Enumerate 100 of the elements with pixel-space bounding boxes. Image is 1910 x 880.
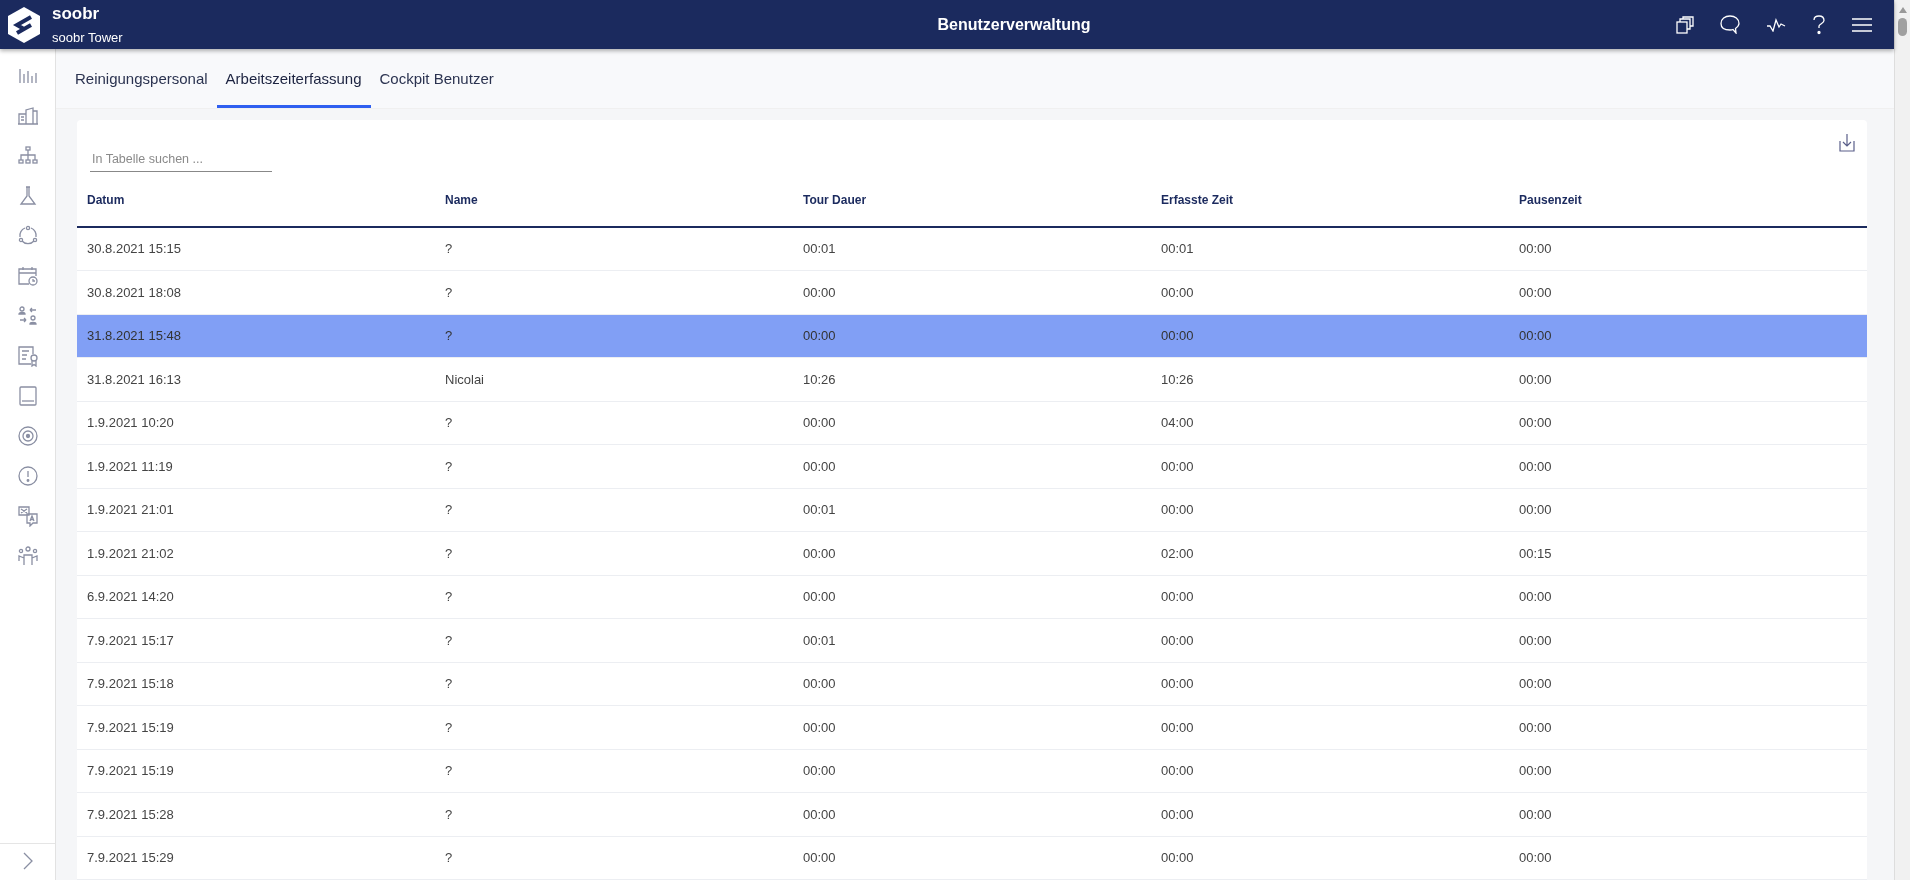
table-cell: ? bbox=[435, 836, 793, 880]
logo-icon bbox=[6, 5, 42, 44]
copy-icon[interactable] bbox=[1676, 15, 1694, 34]
table-cell: 00:00 bbox=[1509, 488, 1867, 532]
table-cell: 1.9.2021 21:02 bbox=[77, 532, 435, 576]
column-header[interactable]: Erfasste Zeit bbox=[1151, 173, 1509, 228]
column-header[interactable]: Name bbox=[435, 173, 793, 228]
table-cell: 00:00 bbox=[793, 445, 1151, 489]
table-cell: 00:00 bbox=[793, 401, 1151, 445]
table-cell: Nicolai bbox=[435, 358, 793, 402]
table-cell: 00:00 bbox=[793, 662, 1151, 706]
cycle-icon[interactable] bbox=[16, 225, 39, 247]
calendar-clock-icon[interactable] bbox=[16, 265, 39, 287]
table-cell: 02:00 bbox=[1151, 532, 1509, 576]
pulse-icon[interactable] bbox=[1766, 17, 1786, 32]
table-cell: ? bbox=[435, 662, 793, 706]
alert-icon[interactable] bbox=[16, 465, 39, 487]
table-cell: 00:00 bbox=[1151, 488, 1509, 532]
table-cell: 7.9.2021 15:28 bbox=[77, 793, 435, 837]
table-cell: 00:01 bbox=[1151, 227, 1509, 271]
expand-chevron-icon[interactable] bbox=[22, 852, 33, 870]
tab[interactable]: Reinigungspersonal bbox=[66, 49, 217, 108]
column-header[interactable]: Datum bbox=[77, 173, 435, 228]
page-title: Benutzerverwaltung bbox=[936, 15, 1092, 34]
org-chart-icon[interactable] bbox=[16, 145, 39, 167]
table-cell: 7.9.2021 15:18 bbox=[77, 662, 435, 706]
table-cell: 00:00 bbox=[1151, 619, 1509, 663]
table-cell: 30.8.2021 15:15 bbox=[77, 227, 435, 271]
download-icon[interactable] bbox=[1839, 134, 1855, 152]
table-cell: ? bbox=[435, 619, 793, 663]
column-header[interactable]: Pausenzeit bbox=[1509, 173, 1867, 228]
table-cell: 00:00 bbox=[793, 793, 1151, 837]
table-cell: 00:00 bbox=[1509, 314, 1867, 358]
brand-name: soobr bbox=[52, 4, 101, 24]
table-cell: 00:00 bbox=[1509, 749, 1867, 793]
table-cell: 00:00 bbox=[1151, 575, 1509, 619]
table-cell: ? bbox=[435, 445, 793, 489]
table-cell: 7.9.2021 15:19 bbox=[77, 706, 435, 750]
table-cell: 00:00 bbox=[793, 706, 1151, 750]
table-cell: 00:00 bbox=[1151, 445, 1509, 489]
table-cell: 00:00 bbox=[793, 836, 1151, 880]
table-cell: 00:00 bbox=[793, 575, 1151, 619]
table-cell: 00:00 bbox=[1509, 358, 1867, 402]
table-cell: 00:01 bbox=[793, 488, 1151, 532]
table-cell: 00:00 bbox=[1509, 401, 1867, 445]
table-cell: 31.8.2021 16:13 bbox=[77, 358, 435, 402]
table-cell: 00:01 bbox=[793, 227, 1151, 271]
table-cell: 00:00 bbox=[793, 314, 1151, 358]
table-cell: 00:00 bbox=[1151, 836, 1509, 880]
table-cell: 00:00 bbox=[1509, 271, 1867, 315]
table-cell: 00:00 bbox=[1151, 749, 1509, 793]
table-search-field[interactable]: In Tabelle suchen ... bbox=[90, 150, 272, 172]
table-cell: ? bbox=[435, 271, 793, 315]
table-cell: 00:00 bbox=[1509, 575, 1867, 619]
column-header[interactable]: Tour Dauer bbox=[793, 173, 1151, 228]
table-cell: 00:00 bbox=[1509, 227, 1867, 271]
table-cell: 00:15 bbox=[1509, 532, 1867, 576]
menu-icon[interactable] bbox=[1852, 17, 1872, 32]
scroll-up-arrow-icon[interactable] bbox=[1897, 6, 1908, 14]
table-cell: 1.9.2021 10:20 bbox=[77, 401, 435, 445]
table-cell: 00:00 bbox=[1509, 619, 1867, 663]
buildings-icon[interactable] bbox=[16, 105, 39, 127]
table-cell: ? bbox=[435, 488, 793, 532]
table-cell: 31.8.2021 15:48 bbox=[77, 314, 435, 358]
table-cell: ? bbox=[435, 227, 793, 271]
team-icon[interactable] bbox=[16, 545, 39, 567]
table-cell: 7.9.2021 15:19 bbox=[77, 749, 435, 793]
table-cell: 00:01 bbox=[793, 619, 1151, 663]
help-icon[interactable] bbox=[1812, 14, 1826, 35]
tablet-icon[interactable] bbox=[16, 385, 39, 407]
translate-icon[interactable] bbox=[16, 505, 39, 527]
chat-icon[interactable] bbox=[1720, 15, 1740, 34]
table-cell: 00:00 bbox=[1151, 271, 1509, 315]
table-cell: 00:00 bbox=[1151, 314, 1509, 358]
table-cell: 00:00 bbox=[1509, 793, 1867, 837]
site-name: soobr Tower bbox=[52, 30, 124, 45]
table-cell: 10:26 bbox=[1151, 358, 1509, 402]
table-cell: 00:00 bbox=[1509, 706, 1867, 750]
table-cell: 00:00 bbox=[1151, 793, 1509, 837]
certificate-icon[interactable] bbox=[16, 345, 39, 367]
table-cell: 00:00 bbox=[1151, 662, 1509, 706]
tab[interactable]: Arbeitszeiterfassung bbox=[216, 49, 371, 108]
table-cell: ? bbox=[435, 401, 793, 445]
tab[interactable]: Cockpit Benutzer bbox=[370, 49, 503, 108]
table-cell: ? bbox=[435, 706, 793, 750]
table-cell: 00:00 bbox=[1509, 445, 1867, 489]
table-cell: 1.9.2021 21:01 bbox=[77, 488, 435, 532]
scrollbar[interactable] bbox=[1894, 0, 1910, 880]
table-cell: 00:00 bbox=[1151, 706, 1509, 750]
table-cell: 00:00 bbox=[1509, 662, 1867, 706]
table-cell: 1.9.2021 11:19 bbox=[77, 445, 435, 489]
table-cell: 30.8.2021 18:08 bbox=[77, 271, 435, 315]
target-icon[interactable] bbox=[16, 425, 39, 447]
table-cell: 10:26 bbox=[793, 358, 1151, 402]
table-cell: 7.9.2021 15:17 bbox=[77, 619, 435, 663]
table-cell: ? bbox=[435, 793, 793, 837]
table-cell: 04:00 bbox=[1151, 401, 1509, 445]
user-swap-icon[interactable] bbox=[16, 305, 39, 327]
table-cell: 00:00 bbox=[1509, 836, 1867, 880]
scrollbar-thumb[interactable] bbox=[1898, 18, 1907, 36]
